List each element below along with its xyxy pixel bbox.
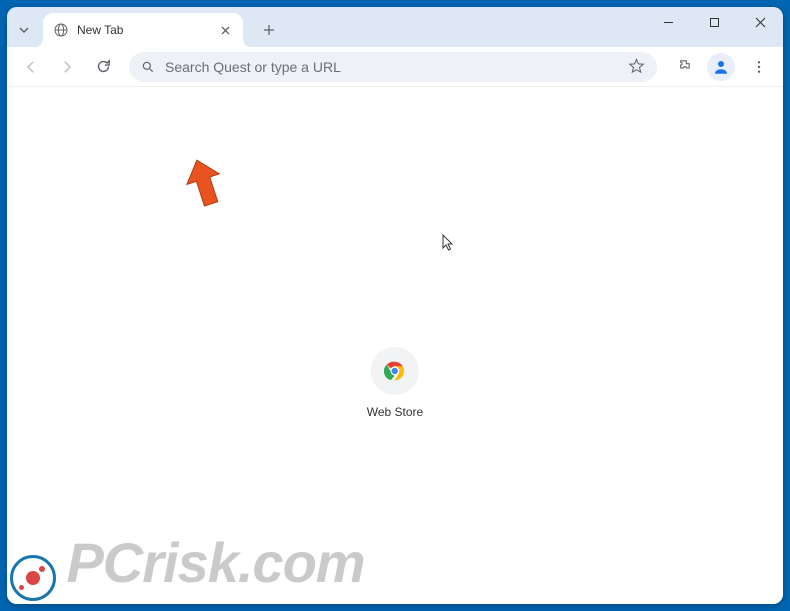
reload-icon: [95, 58, 112, 75]
close-icon: [755, 17, 766, 28]
forward-button[interactable]: [51, 51, 83, 83]
shortcut-label: Web Store: [367, 405, 423, 419]
page-content: Web Store: [7, 87, 783, 604]
tab-title: New Tab: [77, 23, 209, 37]
maximize-icon: [709, 17, 720, 28]
profile-icon: [712, 58, 730, 76]
tab-close-button[interactable]: [217, 22, 233, 38]
new-tab-button[interactable]: [255, 16, 283, 44]
window-controls: [645, 7, 783, 43]
plus-icon: [263, 24, 275, 36]
bookmark-star-button[interactable]: [628, 58, 645, 75]
profile-button[interactable]: [707, 53, 735, 81]
extensions-icon: [675, 58, 692, 75]
title-bar: New Tab: [7, 7, 783, 47]
search-icon: [141, 60, 155, 74]
annotation-arrow: [179, 157, 229, 222]
minimize-button[interactable]: [645, 7, 691, 37]
back-button[interactable]: [15, 51, 47, 83]
browser-tab[interactable]: New Tab: [43, 13, 243, 47]
address-bar[interactable]: [129, 52, 657, 82]
minimize-icon: [663, 17, 674, 28]
browser-window: New Tab: [7, 7, 783, 604]
reload-button[interactable]: [87, 51, 119, 83]
extensions-button[interactable]: [667, 51, 699, 83]
close-icon: [221, 26, 230, 35]
close-window-button[interactable]: [737, 7, 783, 37]
maximize-button[interactable]: [691, 7, 737, 37]
shortcut-icon-container: [371, 347, 419, 395]
menu-button[interactable]: [743, 51, 775, 83]
forward-icon: [58, 58, 76, 76]
arrow-icon: [179, 157, 229, 217]
chrome-store-icon: [384, 360, 406, 382]
shortcut-web-store[interactable]: Web Store: [367, 347, 423, 419]
globe-icon: [53, 22, 69, 38]
chevron-down-icon: [18, 24, 30, 36]
annotation-cursor: [442, 234, 456, 257]
menu-icon: [751, 59, 767, 75]
cursor-icon: [442, 234, 456, 252]
back-icon: [22, 58, 40, 76]
toolbar: [7, 47, 783, 87]
url-input[interactable]: [165, 59, 618, 75]
